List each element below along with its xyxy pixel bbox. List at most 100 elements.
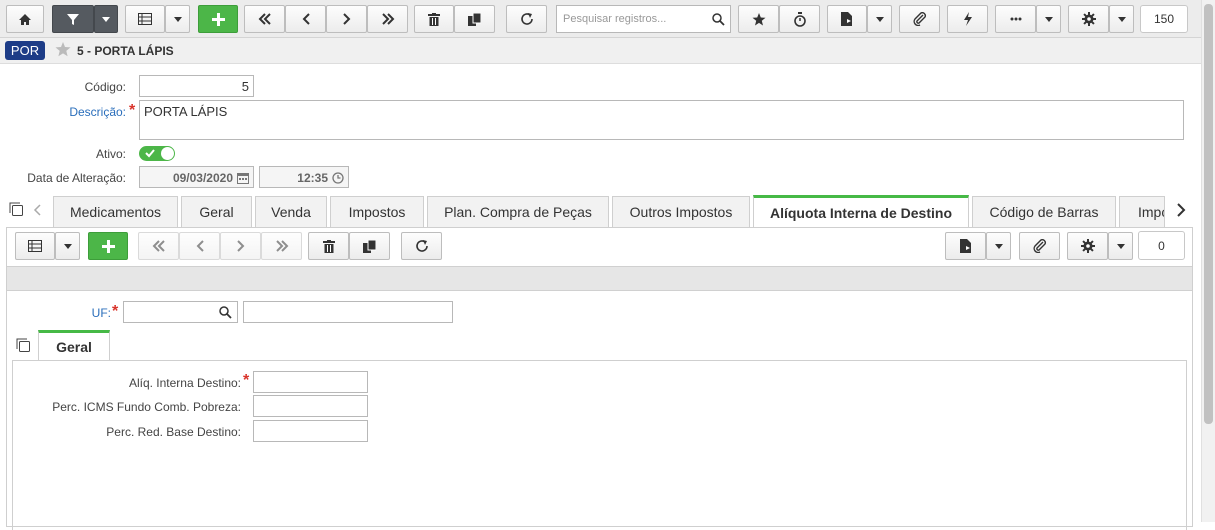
search-placeholder: Pesquisar registros...	[563, 13, 667, 25]
tab-medicamentos[interactable]: Medicamentos	[53, 196, 178, 227]
caret-down-icon	[173, 16, 182, 22]
refresh-icon	[415, 240, 428, 252]
caret-down-icon	[63, 243, 72, 249]
codigo-field[interactable]: 5	[139, 75, 254, 97]
tab-outros-impostos[interactable]: Outros Impostos	[612, 196, 750, 227]
caret-down-icon	[102, 16, 110, 22]
delete-button[interactable]	[414, 5, 454, 33]
star-icon	[752, 12, 765, 25]
actions-button[interactable]	[947, 5, 988, 33]
copy-button[interactable]	[454, 5, 495, 33]
filter-dropdown-button[interactable]	[94, 5, 118, 33]
stopwatch-icon	[793, 11, 806, 27]
page-scrollbar[interactable]	[1201, 0, 1215, 522]
chevron-left-icon	[302, 13, 310, 25]
uf-required-marker: *	[112, 303, 119, 320]
favorite-button[interactable]	[738, 5, 779, 33]
star-outline-icon[interactable]	[55, 42, 71, 57]
data-alteracao-label: Data de Alteração:	[27, 171, 126, 185]
aliq-interna-destino-field[interactable]	[253, 371, 368, 393]
aliq-required-marker: *	[243, 372, 250, 389]
sub-add-button[interactable]	[88, 232, 128, 260]
gear-icon	[1081, 12, 1096, 26]
tab-impostos[interactable]: Impostos	[330, 196, 424, 227]
tab-venda[interactable]: Venda	[255, 196, 327, 227]
chevron-right-icon	[342, 13, 350, 25]
restore-inner-tabs-icon[interactable]	[16, 338, 31, 353]
refresh-icon	[520, 13, 533, 25]
search-icon[interactable]	[219, 306, 232, 319]
data-value: 09/03/2020	[172, 171, 233, 185]
perc-icms-fcp-field[interactable]	[253, 395, 368, 417]
table-icon	[138, 13, 152, 25]
report-dropdown-button[interactable]	[867, 5, 892, 33]
sub-settings-button[interactable]	[1067, 232, 1108, 260]
search-input[interactable]: Pesquisar registros...	[556, 5, 731, 33]
settings-dropdown-button[interactable]	[1109, 5, 1134, 33]
tab-geral[interactable]: Geral	[181, 196, 252, 227]
add-record-button[interactable]	[198, 5, 238, 33]
attachment-button[interactable]	[899, 5, 940, 33]
home-icon	[19, 13, 31, 25]
timer-button[interactable]	[779, 5, 820, 33]
perc-red-base-label: Perc. Red. Base Destino:	[106, 425, 241, 439]
descricao-field[interactable]: PORTA LÁPIS	[139, 100, 1184, 140]
sub-settings-dropdown-button[interactable]	[1108, 232, 1133, 260]
last-record-button[interactable]	[367, 5, 408, 33]
filter-button[interactable]	[52, 5, 94, 33]
tab-panel: 0 UF: * Geral Alíq. Interna Destino: * P…	[6, 227, 1193, 530]
more-button[interactable]	[995, 5, 1036, 33]
scrollbar-thumb[interactable]	[1204, 4, 1213, 424]
sub-first-button[interactable]	[138, 232, 179, 260]
tabs-scroll-right-icon[interactable]	[1175, 203, 1187, 217]
home-button[interactable]	[6, 5, 44, 33]
more-dropdown-button[interactable]	[1036, 5, 1061, 33]
ativo-toggle[interactable]	[139, 146, 175, 161]
tab-plan-compra-pecas[interactable]: Plan. Compra de Peças	[427, 196, 609, 227]
table-icon	[28, 240, 42, 252]
tab-codigo-barras[interactable]: Código de Barras	[972, 196, 1116, 227]
sub-last-button[interactable]	[261, 232, 302, 260]
next-record-button[interactable]	[326, 5, 367, 33]
copy-icon	[468, 12, 481, 26]
first-record-button[interactable]	[244, 5, 285, 33]
uf-field[interactable]	[123, 301, 238, 323]
sub-copy-button[interactable]	[349, 232, 390, 260]
descricao-label: Descrição:	[69, 105, 126, 119]
toggle-knob	[161, 147, 174, 160]
trash-icon	[322, 239, 335, 253]
plus-icon	[211, 12, 225, 26]
report-button[interactable]	[827, 5, 867, 33]
filter-icon	[67, 13, 79, 25]
tabs-scroll-left-icon[interactable]	[33, 204, 43, 216]
inner-tab-geral[interactable]: Geral	[38, 330, 110, 361]
bolt-icon	[963, 12, 972, 26]
search-icon[interactable]	[712, 13, 725, 26]
refresh-button[interactable]	[506, 5, 547, 33]
gear-icon	[1080, 239, 1095, 253]
tab-impo[interactable]: Impo	[1119, 196, 1165, 227]
settings-button[interactable]	[1068, 5, 1109, 33]
previous-record-button[interactable]	[285, 5, 326, 33]
grid-view-button[interactable]	[125, 5, 165, 33]
grid-view-dropdown-button[interactable]	[165, 5, 190, 33]
sub-report-button[interactable]	[945, 232, 986, 260]
hora-alteracao-field: 12:35	[259, 166, 349, 188]
ellipsis-icon	[1010, 17, 1021, 21]
sub-next-button[interactable]	[220, 232, 261, 260]
aliq-interna-destino-label: Alíq. Interna Destino:	[128, 376, 241, 390]
sub-previous-button[interactable]	[179, 232, 220, 260]
data-alteracao-field: 09/03/2020	[139, 166, 254, 188]
sub-grid-dropdown-button[interactable]	[55, 232, 80, 260]
grid-header-strip	[7, 266, 1192, 291]
sub-delete-button[interactable]	[308, 232, 349, 260]
perc-red-base-field[interactable]	[253, 420, 368, 442]
restore-tabs-icon[interactable]	[9, 202, 24, 217]
plus-icon	[101, 239, 115, 253]
sub-refresh-button[interactable]	[401, 232, 442, 260]
sub-attachment-button[interactable]	[1019, 232, 1060, 260]
sub-report-dropdown-button[interactable]	[986, 232, 1011, 260]
double-chevron-left-icon	[258, 13, 271, 25]
sub-grid-view-button[interactable]	[15, 232, 55, 260]
tab-aliquota-interna-destino[interactable]: Alíquota Interna de Destino	[753, 195, 969, 227]
